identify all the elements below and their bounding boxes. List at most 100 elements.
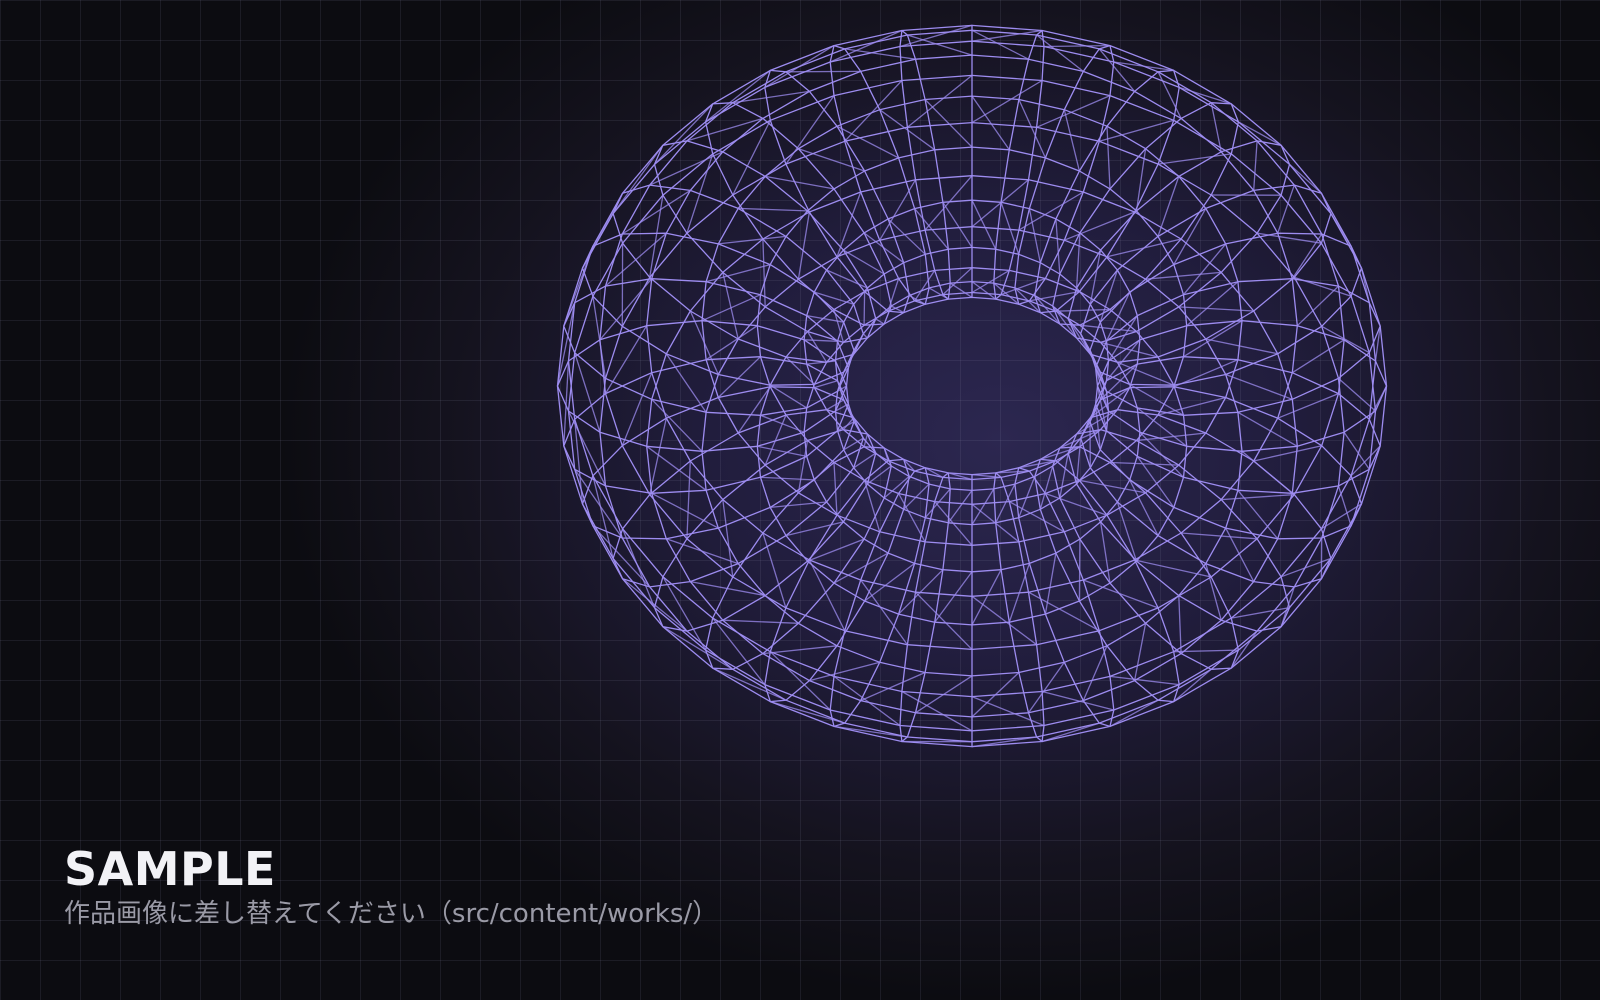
torus-facet-edge	[737, 386, 771, 434]
torus-facet-edge	[1106, 238, 1182, 258]
torus-facet-edge	[833, 725, 908, 738]
torus-facet-edge	[1133, 623, 1147, 681]
torus-facet-edge	[666, 538, 739, 565]
torus-facet-edge	[1055, 218, 1061, 275]
torus-facet-edge	[814, 380, 838, 389]
torus-facet-edge	[971, 569, 1002, 626]
torus-facet-edge	[621, 189, 691, 235]
torus-facet-edge	[1277, 184, 1295, 234]
torus-facet-edge	[914, 270, 936, 302]
torus-facet-edge	[1008, 501, 1065, 533]
torus-facet-edge	[686, 460, 691, 539]
torus-facet-edge	[934, 571, 973, 623]
torus-facet-edge	[1113, 61, 1174, 72]
torus-facet-edge	[1337, 485, 1352, 526]
preview-canvas: SAMPLE 作品画像に差し替えてください（src/content/works/…	[0, 0, 1600, 1000]
torus-facet-edge	[1117, 361, 1175, 386]
torus-facet-edge	[732, 90, 810, 104]
torus-facet-edge	[797, 211, 811, 280]
torus-facet-edge	[901, 690, 973, 732]
torus-facet-edge	[971, 695, 1045, 727]
caption-block: SAMPLE 作品画像に差し替えてください（src/content/works/…	[64, 846, 718, 932]
torus-facet-edge	[1343, 431, 1370, 470]
torus-facet-edge	[712, 617, 766, 686]
torus-facet-edge	[1181, 532, 1258, 540]
torus-facet-edge	[934, 501, 973, 546]
torus-facet-edge	[760, 414, 805, 433]
torus-facet-edge	[1100, 341, 1159, 358]
torus-meridian	[1080, 409, 1332, 588]
torus-facet-edge	[1109, 461, 1179, 466]
torus-facet-edge	[760, 476, 815, 481]
torus-facet-edge	[1055, 308, 1111, 312]
torus-meridian	[581, 386, 855, 540]
torus-facet-edge	[971, 199, 997, 250]
torus-facet-edge	[1183, 243, 1227, 296]
torus-facet-edge	[1106, 126, 1111, 189]
torus-facet-edge	[1000, 202, 1020, 255]
torus-facet-edge	[971, 79, 1043, 124]
torus-facet-edge	[712, 667, 787, 701]
caption-subtitle: 作品画像に差し替えてください（src/content/works/）	[64, 899, 719, 929]
torus-facet-edge	[924, 175, 973, 231]
torus-facet-edge	[1205, 338, 1278, 355]
torus-facet-edge	[705, 69, 771, 123]
torus-facet-edge	[686, 117, 764, 142]
torus-meridian	[899, 472, 951, 743]
caption-title: SAMPLE	[64, 842, 276, 896]
torus-meridian	[581, 232, 855, 386]
torus-facet-edge	[860, 671, 926, 702]
torus-facet-edge	[722, 619, 799, 624]
torus-facet-edge	[862, 333, 868, 339]
torus-facet-edge	[762, 645, 838, 655]
torus-facet-edge	[581, 192, 624, 269]
torus-facet-edge	[1253, 445, 1322, 462]
torus-facet-edge	[785, 356, 815, 385]
torus-facet-edge	[592, 475, 614, 559]
torus-facet-edge	[567, 410, 607, 487]
torus-facet-edge	[1360, 267, 1370, 303]
torus-facet-edge	[654, 103, 714, 165]
torus-facet-edge	[1253, 140, 1258, 191]
torus-facet-edge	[764, 45, 835, 88]
torus-meridian	[899, 29, 951, 300]
torus-facet-edge	[836, 191, 862, 258]
torus-facet-edge	[1178, 306, 1254, 312]
torus-facet-edge	[1109, 699, 1159, 727]
torus-facet-edge	[1257, 232, 1322, 244]
torus-facet-edge	[1078, 539, 1081, 602]
torus-facet-edge	[1237, 411, 1298, 447]
torus-facet-edge	[863, 291, 866, 326]
torus-facet-edge	[1291, 339, 1345, 374]
torus-facet-edge	[804, 339, 838, 342]
torus-facet-edge	[621, 528, 656, 608]
torus-facet-edge	[705, 263, 771, 283]
torus-facet-edge	[1179, 86, 1232, 105]
torus-facet-edge	[875, 318, 885, 325]
torus-facet-edge	[1075, 232, 1081, 289]
torus-facet-edge	[1063, 109, 1081, 172]
torus-facet-edge	[1079, 479, 1146, 494]
torus-facet-edge	[971, 473, 1002, 479]
torus-facet-edge	[765, 175, 835, 190]
torus-facet-edge	[1099, 119, 1174, 142]
torus-facet-edge	[1225, 373, 1293, 400]
torus-meridian	[612, 409, 864, 588]
torus-facet-edge	[947, 490, 973, 524]
torus-facet-edge	[844, 80, 903, 142]
torus-facet-edge	[1043, 44, 1111, 48]
torus-facet-edge	[829, 29, 903, 63]
torus-facet-edge	[971, 595, 1037, 646]
torus-facet-edge	[1158, 153, 1232, 165]
torus-facet-edge	[1064, 211, 1135, 241]
torus-meridian	[993, 29, 1045, 300]
torus-facet-edge	[808, 559, 846, 631]
torus-facet-edge	[718, 235, 787, 245]
torus-facet-edge	[1173, 649, 1239, 653]
torus-facet-edge	[1028, 208, 1041, 263]
torus-facet-edge	[764, 414, 787, 466]
torus-facet-edge	[662, 626, 734, 670]
torus-facet-edge	[942, 267, 973, 296]
torus-facet-edge	[1338, 377, 1376, 412]
torus-facet-edge	[1280, 586, 1295, 627]
